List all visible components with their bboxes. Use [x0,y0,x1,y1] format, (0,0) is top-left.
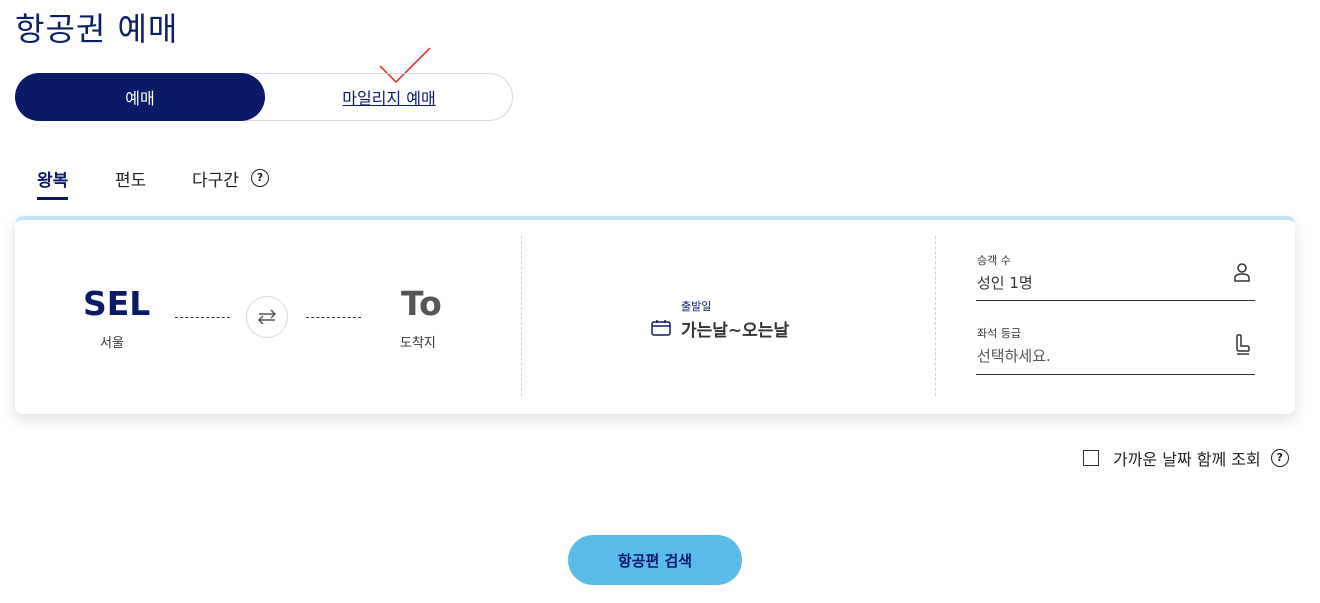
multi-city-help-icon[interactable]: ? [251,169,269,187]
nearby-dates-help-icon[interactable]: ? [1270,449,1289,467]
route-line-left [175,317,230,318]
swap-route-button[interactable] [246,296,288,338]
search-form-card: SEL 서울 To 도착지 출발일 가는날~오는날 승객 수 성인 1명 좌석 … [15,216,1295,414]
swap-arrows-icon [257,309,277,325]
nearby-dates-label[interactable]: 가까운 날짜 함께 조회 [1113,446,1261,470]
route-line-right [306,317,361,318]
search-flights-button[interactable]: 항공편 검색 [568,535,742,585]
seat-icon [1236,334,1250,355]
divider [521,236,522,396]
passenger-label: 승객 수 [977,254,1011,267]
passenger-underline [976,300,1255,301]
departure-code[interactable]: SEL [83,284,150,323]
seat-class-underline [976,374,1255,375]
booking-tab-regular[interactable]: 예매 [15,73,265,121]
passenger-field[interactable]: 성인 1명 [977,272,1033,293]
nearby-dates-option: 가까운 날짜 함께 조회 ? [1083,446,1289,470]
person-icon [1234,263,1250,282]
seat-class-label: 좌석 등급 [977,327,1021,340]
arrival-code[interactable]: To [401,284,442,323]
date-label: 출발일 [681,300,712,313]
departure-city: 서울 [100,336,124,351]
calendar-icon [651,320,671,336]
tab-round-trip[interactable]: 왕복 [37,166,69,200]
arrival-city: 도착지 [400,336,436,351]
seat-class-field[interactable]: 선택하세요. [977,345,1051,366]
divider [935,236,936,396]
date-picker[interactable]: 가는날~오는날 [681,316,789,341]
tab-multi-city[interactable]: 다구간 [192,166,239,197]
booking-tab-mileage[interactable]: 마일리지 예매 [266,74,512,120]
page-title: 항공권 예매 [15,10,179,48]
booking-type-toggle: 예매 마일리지 예매 [15,73,513,121]
tab-one-way[interactable]: 편도 [115,166,146,197]
nearby-dates-checkbox[interactable] [1083,450,1099,466]
